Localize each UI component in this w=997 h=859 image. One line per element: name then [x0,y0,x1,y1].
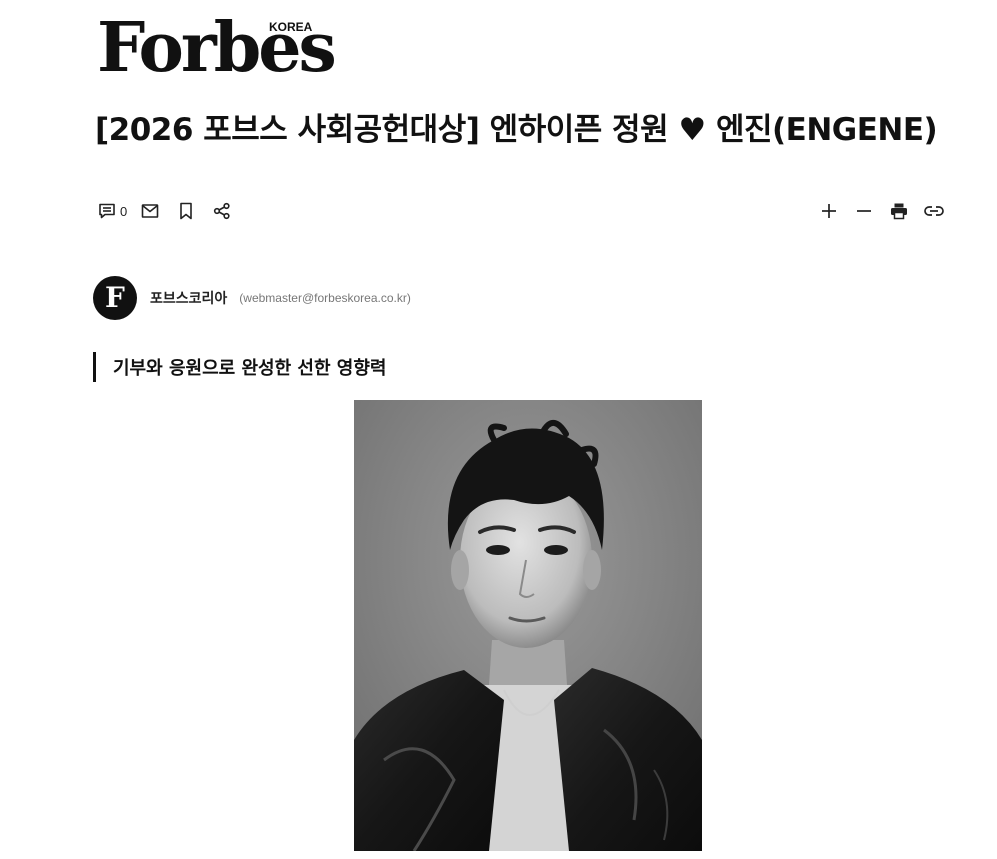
bookmark-button[interactable] [168,199,204,223]
forbes-korea-logo[interactable]: Forbes KOREA [97,8,337,88]
minus-icon [856,203,872,219]
email-button[interactable] [132,199,168,223]
author-email[interactable]: (webmaster@forbeskorea.co.kr) [239,291,411,305]
comment-count: 0 [120,203,128,219]
article-headline: [2026 포브스 사회공헌대상] 엔하이픈 정원 ♥ 엔진(ENGENE) [95,112,938,148]
logo-edition: KOREA [269,20,313,34]
article-toolbar-left: 0 [98,199,240,223]
article-photo [354,400,702,851]
share-button[interactable] [204,199,240,223]
article-subtitle: 기부와 응원으로 완성한 선한 영향력 [93,352,386,382]
author-byline: F 포브스코리아 (webmaster@forbeskorea.co.kr) [93,275,411,320]
comment-button[interactable]: 0 [98,199,132,223]
portrait-image [354,400,702,851]
article-toolbar-right [811,199,951,223]
font-increase-button[interactable] [811,199,846,223]
author-avatar[interactable]: F [93,275,137,320]
comment-icon [98,202,116,220]
article-page: Forbes KOREA [2026 포브스 사회공헌대상] 엔하이픈 정원 ♥… [0,0,997,859]
copy-link-button[interactable] [916,199,951,223]
author-name[interactable]: 포브스코리아 [150,288,227,308]
font-decrease-button[interactable] [846,199,881,223]
mail-icon [141,203,159,219]
plus-icon [821,203,837,219]
share-icon [213,202,231,220]
print-icon [890,202,908,220]
print-button[interactable] [881,199,916,223]
link-icon [923,204,944,218]
bookmark-icon [179,202,193,220]
